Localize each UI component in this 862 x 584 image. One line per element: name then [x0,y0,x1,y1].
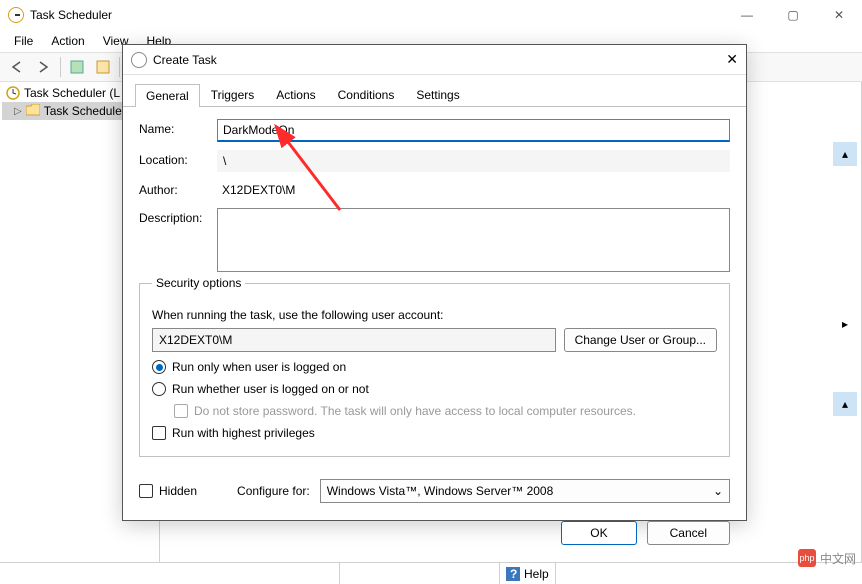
svg-text:?: ? [510,567,517,581]
tab-settings[interactable]: Settings [405,83,470,106]
security-prompt: When running the task, use the following… [152,308,717,322]
author-label: Author: [139,180,217,197]
minimize-button[interactable]: — [724,0,770,30]
tree-root-label: Task Scheduler (L [24,86,120,100]
app-title: Task Scheduler [30,8,112,22]
description-label: Description: [139,208,217,225]
radio-icon [152,382,166,396]
expand-button-1[interactable]: ▸ [833,312,857,336]
tab-triggers[interactable]: Triggers [200,83,266,106]
main-titlebar: Task Scheduler — ▢ ✕ [0,0,862,30]
radio-run-logged-on[interactable]: Run only when user is logged on [152,356,717,378]
name-input[interactable] [217,119,730,142]
menu-action[interactable]: Action [43,32,92,50]
back-button[interactable] [6,55,30,79]
watermark: php 中文网 [798,549,856,567]
checkbox-no-store-password: Do not store password. The task will onl… [152,400,717,422]
chevron-down-icon: ⌄ [713,484,723,498]
dialog-body: Name: Location: \ Author: X12DEXT0\M Des… [123,107,746,469]
collapse-button-1[interactable]: ▴ [833,142,857,166]
user-account-field [152,328,556,352]
menu-file[interactable]: File [6,32,41,50]
dialog-titlebar: Create Task ✕ [123,45,746,75]
dialog-tabs: General Triggers Actions Conditions Sett… [123,75,746,107]
help-icon: ? [506,567,520,581]
dialog-bottom-row: Hidden Configure for: Windows Vista™, Wi… [123,469,746,513]
location-value: \ [217,150,730,172]
name-label: Name: [139,119,217,136]
checkbox-highest-privileges[interactable]: Run with highest privileges [152,422,717,444]
author-value: X12DEXT0\M [217,180,730,200]
close-button[interactable]: ✕ [816,0,862,30]
forward-button[interactable] [32,55,56,79]
checkbox-icon [174,404,188,418]
app-icon [8,7,24,23]
collapse-button-2[interactable]: ▴ [833,392,857,416]
radio-icon [152,360,166,374]
configure-for-label: Configure for: [237,484,310,498]
checkbox-icon [152,426,166,440]
chevron-right-icon: ▷ [14,106,22,117]
folder-icon [26,104,40,118]
toolbar-icon-1[interactable] [65,55,89,79]
status-help[interactable]: ? Help [500,563,556,584]
status-bar: ? Help [0,562,862,584]
tab-general[interactable]: General [135,84,200,107]
radio-run-whether[interactable]: Run whether user is logged on or not [152,378,717,400]
cancel-button[interactable]: Cancel [647,521,730,545]
checkbox-icon [139,484,153,498]
clock-icon [6,86,20,100]
security-options-group: Security options When running the task, … [139,283,730,457]
php-logo-icon: php [798,549,816,567]
toolbar-icon-2[interactable] [91,55,115,79]
tree-child-label: Task Schedule [44,104,122,118]
dialog-title: Create Task [153,53,217,67]
window-controls: — ▢ ✕ [724,0,862,30]
checkbox-hidden[interactable]: Hidden [139,480,197,502]
dialog-icon [131,52,147,68]
dialog-buttons: OK Cancel [123,513,746,553]
maximize-button[interactable]: ▢ [770,0,816,30]
create-task-dialog: Create Task ✕ General Triggers Actions C… [122,44,747,521]
change-user-button[interactable]: Change User or Group... [564,328,717,352]
configure-for-select[interactable]: Windows Vista™, Windows Server™ 2008 ⌄ [320,479,730,503]
location-label: Location: [139,150,217,167]
tab-actions[interactable]: Actions [265,83,326,106]
security-legend: Security options [152,276,245,290]
tab-conditions[interactable]: Conditions [327,83,406,106]
ok-button[interactable]: OK [561,521,636,545]
description-input[interactable] [217,208,730,272]
dialog-close-button[interactable]: ✕ [726,51,738,68]
